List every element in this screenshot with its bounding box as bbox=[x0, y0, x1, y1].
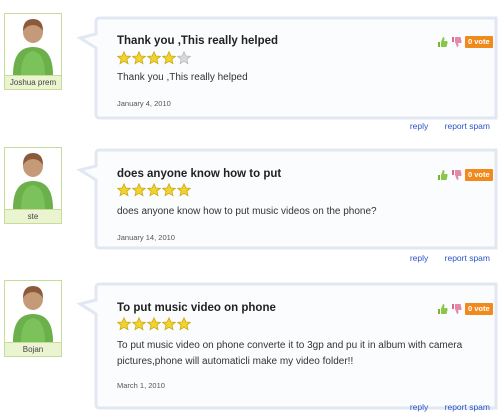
review-actions: reply report spam bbox=[396, 121, 490, 131]
star-filled-icon bbox=[132, 317, 146, 331]
review-title: Thank you ,This really helped bbox=[117, 35, 279, 47]
vote-controls: 0 vote bbox=[437, 302, 493, 316]
star-filled-icon bbox=[177, 183, 191, 197]
thumbs-down-icon[interactable] bbox=[451, 169, 462, 181]
star-filled-icon bbox=[147, 51, 161, 65]
speech-bubble bbox=[76, 148, 498, 250]
star-filled-icon bbox=[132, 183, 146, 197]
rating-stars bbox=[117, 183, 191, 198]
star-filled-icon bbox=[117, 51, 131, 65]
thumbs-up-icon[interactable] bbox=[437, 303, 448, 315]
rating-stars bbox=[117, 317, 191, 332]
star-filled-icon bbox=[147, 317, 161, 331]
star-filled-icon bbox=[162, 51, 176, 65]
report-spam-link[interactable]: report spam bbox=[445, 121, 490, 131]
avatar-image-frame bbox=[4, 13, 62, 76]
review-body: does anyone know how to put music videos… bbox=[117, 206, 377, 217]
thumbs-down-icon[interactable] bbox=[451, 36, 462, 48]
star-filled-icon bbox=[117, 183, 131, 197]
rating-stars bbox=[117, 51, 191, 66]
reply-link[interactable]: reply bbox=[410, 402, 428, 412]
star-filled-icon bbox=[162, 183, 176, 197]
vote-controls: 0 vote bbox=[437, 168, 493, 182]
vote-controls: 0 vote bbox=[437, 35, 493, 49]
review-item: Bojan To put music video on phone To put… bbox=[0, 268, 500, 412]
author-name[interactable]: ste bbox=[4, 210, 62, 224]
vote-count-badge: 0 vote bbox=[465, 36, 493, 48]
person-avatar-icon bbox=[13, 19, 53, 75]
star-filled-icon bbox=[147, 183, 161, 197]
star-empty-icon bbox=[177, 51, 191, 65]
author-avatar[interactable]: ste bbox=[4, 147, 62, 225]
review-date: January 4, 2010 bbox=[117, 99, 171, 108]
reply-link[interactable]: reply bbox=[410, 253, 428, 263]
author-name[interactable]: Bojan bbox=[4, 343, 62, 357]
star-filled-icon bbox=[132, 51, 146, 65]
review-actions: reply report spam bbox=[396, 253, 490, 263]
vote-count-badge: 0 vote bbox=[465, 303, 493, 315]
author-name[interactable]: Joshua prem bbox=[4, 76, 62, 90]
avatar-image-frame bbox=[4, 147, 62, 210]
thumbs-up-icon[interactable] bbox=[437, 169, 448, 181]
review-item: ste does anyone know how to put does any… bbox=[0, 135, 500, 270]
review-date: March 1, 2010 bbox=[117, 381, 165, 390]
review-title: does anyone know how to put bbox=[117, 168, 282, 180]
review-item: Joshua prem Thank you ,This really helpe… bbox=[0, 0, 500, 135]
author-avatar[interactable]: Bojan bbox=[4, 280, 62, 358]
person-avatar-icon bbox=[13, 286, 53, 342]
person-avatar-icon bbox=[13, 153, 53, 209]
review-title: To put music video on phone bbox=[117, 302, 276, 314]
report-spam-link[interactable]: report spam bbox=[445, 402, 490, 412]
speech-bubble bbox=[76, 16, 498, 120]
vote-count-badge: 0 vote bbox=[465, 169, 493, 181]
thumbs-up-icon[interactable] bbox=[437, 36, 448, 48]
review-date: January 14, 2010 bbox=[117, 233, 175, 242]
avatar-image-frame bbox=[4, 280, 62, 343]
star-filled-icon bbox=[162, 317, 176, 331]
author-avatar[interactable]: Joshua prem bbox=[4, 13, 62, 91]
reply-link[interactable]: reply bbox=[410, 121, 428, 131]
star-filled-icon bbox=[117, 317, 131, 331]
review-body: Thank you ,This really helped bbox=[117, 72, 248, 83]
review-actions: reply report spam bbox=[396, 402, 490, 412]
review-body: To put music video on phone converte it … bbox=[117, 340, 463, 367]
thumbs-down-icon[interactable] bbox=[451, 303, 462, 315]
star-filled-icon bbox=[177, 317, 191, 331]
report-spam-link[interactable]: report spam bbox=[445, 253, 490, 263]
